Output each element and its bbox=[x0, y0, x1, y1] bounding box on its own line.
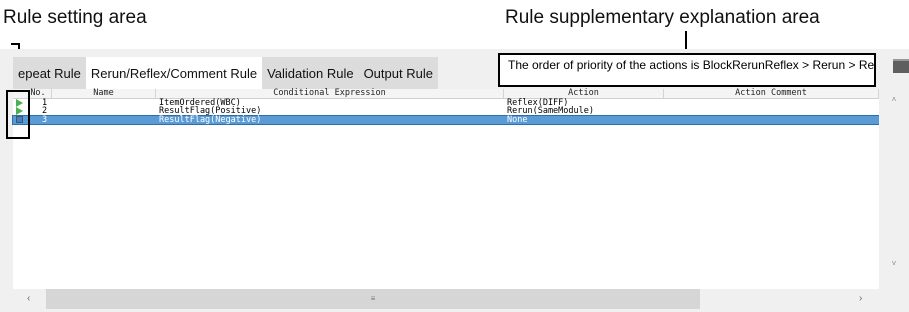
tab-rerun-reflex-comment-rule[interactable]: Rerun/Reflex/Comment Rule bbox=[85, 57, 263, 89]
column-header-condition[interactable]: Conditional Expression bbox=[156, 89, 504, 98]
rule-setting-area-label: Rule setting area bbox=[3, 7, 147, 28]
column-header-name[interactable]: Name bbox=[52, 89, 156, 98]
horizontal-scrollbar[interactable]: ‹ ≡ › bbox=[13, 289, 879, 309]
cell-no[interactable]: 2 bbox=[42, 107, 47, 116]
rule-setting-area-highlight bbox=[6, 90, 30, 139]
horizontal-scroll-thumb[interactable]: ≡ bbox=[46, 289, 700, 309]
panel-toggle-button[interactable] bbox=[893, 59, 909, 73]
vertical-scrollbar[interactable]: ˄ ˅ bbox=[879, 89, 909, 289]
table-row[interactable]: 2 ResultFlag(Positive) Rerun(SameModule) bbox=[13, 107, 879, 115]
scroll-left-icon[interactable]: ‹ bbox=[27, 293, 30, 304]
rule-supplementary-explanation: The order of priority of the actions is … bbox=[498, 53, 876, 87]
supplementary-area-leader bbox=[685, 31, 687, 51]
tab-validation-rule[interactable]: Validation Rule bbox=[262, 57, 359, 89]
rule-tabs: epeat Rule Rerun/Reflex/Comment Rule Val… bbox=[13, 57, 438, 89]
explanation-text: The order of priority of the actions is … bbox=[508, 58, 876, 72]
rule-grid: No. Name Conditional Expression Action A… bbox=[12, 89, 880, 289]
column-header-action-comment[interactable]: Action Comment bbox=[664, 89, 879, 98]
cell-action[interactable]: Rerun(SameModule) bbox=[507, 107, 594, 116]
table-row[interactable]: 1 ItemOrdered(WBC) Reflex(DIFF) bbox=[13, 99, 879, 107]
tab-output-rule[interactable]: Output Rule bbox=[358, 57, 438, 89]
column-header-action[interactable]: Action bbox=[504, 89, 664, 98]
scroll-right-icon[interactable]: › bbox=[859, 293, 862, 304]
rule-editor-window: epeat Rule Rerun/Reflex/Comment Rule Val… bbox=[0, 49, 909, 312]
supplementary-area-label: Rule supplementary explanation area bbox=[505, 7, 820, 28]
tab-repeat-rule[interactable]: epeat Rule bbox=[13, 57, 86, 89]
cell-action[interactable]: None bbox=[507, 116, 527, 125]
grid-header: No. Name Conditional Expression Action A… bbox=[13, 89, 879, 99]
cell-no[interactable]: 3 bbox=[42, 116, 47, 125]
cell-condition[interactable]: ResultFlag(Negative) bbox=[159, 116, 261, 125]
scroll-grip-icon: ≡ bbox=[370, 294, 376, 303]
scroll-up-icon[interactable]: ˄ bbox=[879, 95, 909, 104]
scroll-down-icon[interactable]: ˅ bbox=[879, 259, 909, 268]
cell-condition[interactable]: ResultFlag(Positive) bbox=[159, 107, 261, 116]
table-row-selected[interactable]: 3 ResultFlag(Negative) None bbox=[12, 115, 880, 125]
